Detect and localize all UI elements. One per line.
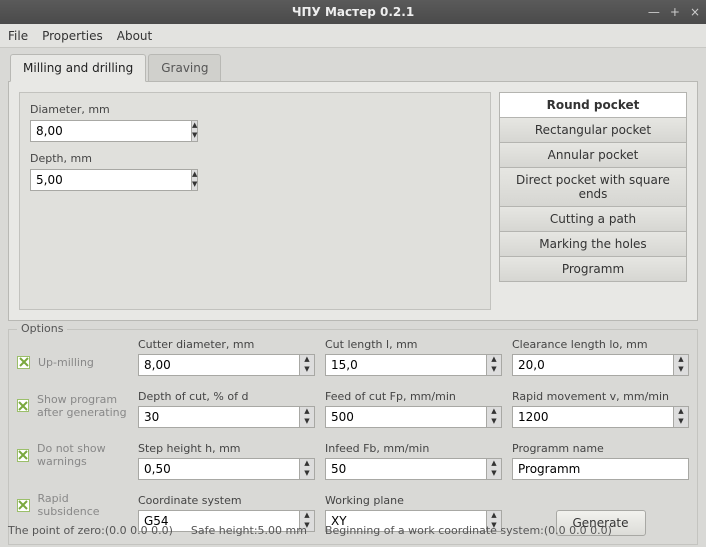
rapid-label: Rapid movement v, mm/min xyxy=(512,390,689,403)
coord-system-label: Coordinate system xyxy=(138,494,315,507)
menu-about[interactable]: About xyxy=(117,29,152,43)
clearance-length-input[interactable]: ▲▼ xyxy=(512,354,689,376)
close-icon[interactable]: × xyxy=(690,5,700,19)
cut-length-label: Cut length l, mm xyxy=(325,338,502,351)
tab-milling[interactable]: Milling and drilling xyxy=(10,54,146,82)
checkbox-icon xyxy=(17,399,29,412)
parameters-pane: Diameter, mm ▲▼ Depth, mm ▲▼ xyxy=(19,92,491,310)
checkbox-icon xyxy=(17,356,30,369)
infeed-label: Infeed Fb, mm/min xyxy=(325,442,502,455)
window-title: ЧПУ Мастер 0.2.1 xyxy=(292,5,414,19)
depth-of-cut-input[interactable]: ▲▼ xyxy=(138,406,315,428)
spinner-down-icon[interactable]: ▼ xyxy=(192,131,197,141)
checkbox-icon xyxy=(17,449,29,462)
tabs: Milling and drilling Graving xyxy=(10,54,698,82)
status-wcs: Beginning of a work coordinate system:(0… xyxy=(325,524,612,537)
chk-label: Rapid subsidence xyxy=(38,492,130,518)
op-cutting-path[interactable]: Cutting a path xyxy=(499,207,687,232)
op-rectangular-pocket[interactable]: Rectangular pocket xyxy=(499,118,687,143)
menubar: File Properties About xyxy=(0,24,706,48)
op-annular-pocket[interactable]: Annular pocket xyxy=(499,143,687,168)
operations-list: Round pocket Rectangular pocket Annular … xyxy=(499,92,687,310)
depth-of-cut-label: Depth of cut, % of d xyxy=(138,390,315,403)
options-legend: Options xyxy=(17,322,67,335)
depth-input[interactable]: ▲▼ xyxy=(30,169,190,191)
chk-label: Up-milling xyxy=(38,356,94,369)
diameter-input[interactable]: ▲▼ xyxy=(30,120,190,142)
spinner-down-icon[interactable]: ▼ xyxy=(192,180,197,190)
infeed-input[interactable]: ▲▼ xyxy=(325,458,502,480)
op-programm[interactable]: Programm xyxy=(499,257,687,282)
chk-show-program[interactable]: Show program after generating xyxy=(17,393,130,419)
depth-label: Depth, mm xyxy=(30,152,480,165)
step-height-label: Step height h, mm xyxy=(138,442,315,455)
tab-graving[interactable]: Graving xyxy=(148,54,221,82)
spinner-up-icon[interactable]: ▲ xyxy=(192,170,197,180)
options-grid: Cutter diameter, mm ▲▼ Cut length l, mm … xyxy=(138,338,689,536)
feed-input[interactable]: ▲▼ xyxy=(325,406,502,428)
depth-field[interactable] xyxy=(30,169,191,191)
working-plane-label: Working plane xyxy=(325,494,502,507)
chk-rapid-subsidence[interactable]: Rapid subsidence xyxy=(17,492,130,518)
step-height-input[interactable]: ▲▼ xyxy=(138,458,315,480)
chk-up-milling[interactable]: Up-milling xyxy=(17,356,130,369)
chk-label: Show program after generating xyxy=(37,393,130,419)
minimize-icon[interactable]: — xyxy=(648,5,660,19)
op-direct-pocket[interactable]: Direct pocket with square ends xyxy=(499,168,687,207)
chk-no-warnings[interactable]: Do not show warnings xyxy=(17,442,130,468)
menu-file[interactable]: File xyxy=(8,29,28,43)
titlebar: ЧПУ Мастер 0.2.1 — + × xyxy=(0,0,706,24)
clearance-length-label: Clearance length lo, mm xyxy=(512,338,689,351)
rapid-input[interactable]: ▲▼ xyxy=(512,406,689,428)
options-group: Options Up-milling Show program after ge… xyxy=(8,329,698,545)
menu-properties[interactable]: Properties xyxy=(42,29,103,43)
cutter-diameter-input[interactable]: ▲▼ xyxy=(138,354,315,376)
status-safe-height: Safe height:5.00 mm xyxy=(191,524,307,537)
cut-length-input[interactable]: ▲▼ xyxy=(325,354,502,376)
options-checks: Up-milling Show program after generating… xyxy=(17,338,130,536)
cutter-diameter-label: Cutter diameter, mm xyxy=(138,338,315,351)
programm-name-input[interactable] xyxy=(512,458,689,480)
statusbar: The point of zero:(0.0 0.0 0.0) Safe hei… xyxy=(8,524,698,537)
programm-name-label: Programm name xyxy=(512,442,689,455)
spinner-up-icon[interactable]: ▲ xyxy=(192,121,197,131)
op-marking-holes[interactable]: Marking the holes xyxy=(499,232,687,257)
op-round-pocket[interactable]: Round pocket xyxy=(499,92,687,118)
status-zero: The point of zero:(0.0 0.0 0.0) xyxy=(8,524,173,537)
feed-label: Feed of cut Fp, mm/min xyxy=(325,390,502,403)
diameter-label: Diameter, mm xyxy=(30,103,480,116)
maximize-icon[interactable]: + xyxy=(670,5,680,19)
chk-label: Do not show warnings xyxy=(37,442,130,468)
checkbox-icon xyxy=(17,499,30,512)
diameter-field[interactable] xyxy=(30,120,191,142)
tab-page: Diameter, mm ▲▼ Depth, mm ▲▼ Round pocke… xyxy=(8,81,698,321)
